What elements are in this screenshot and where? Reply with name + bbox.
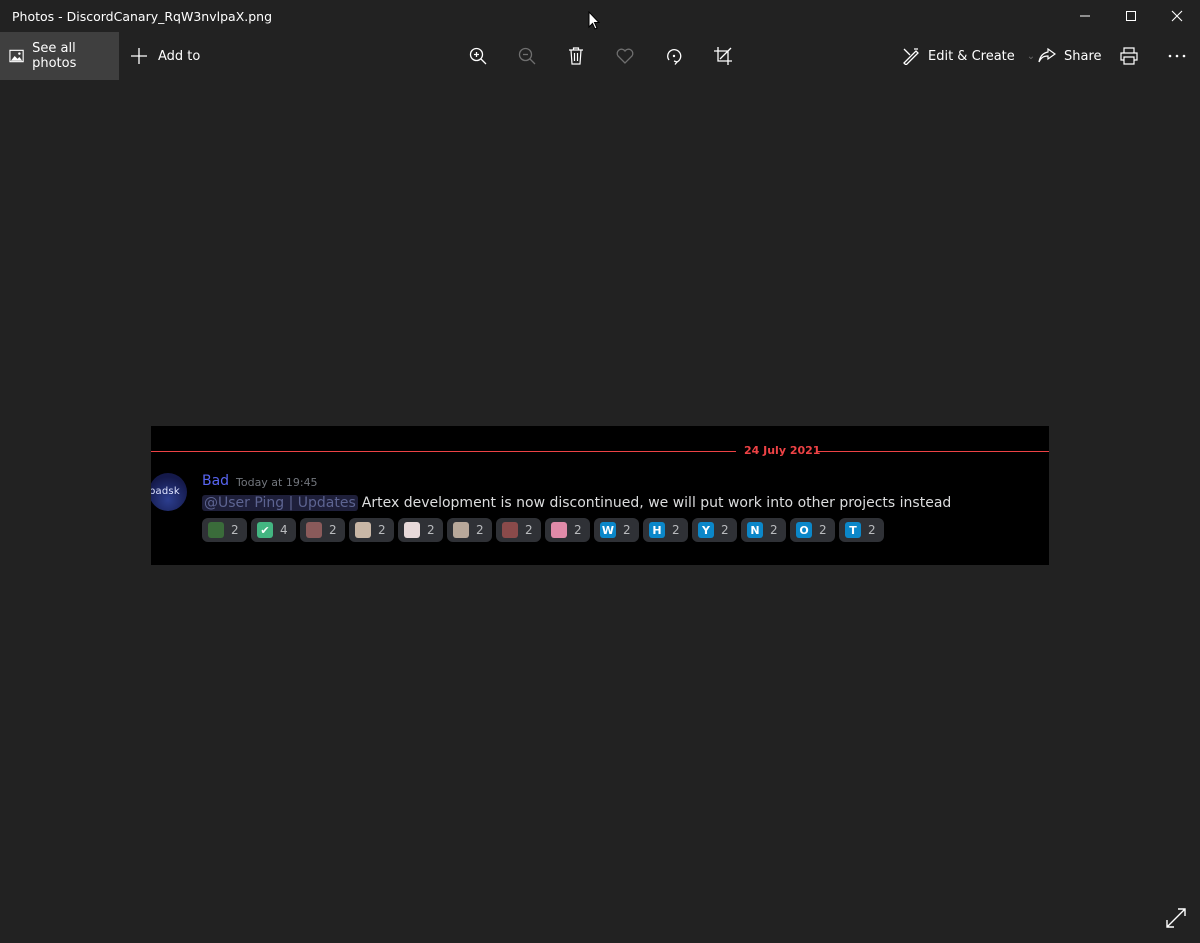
delete-icon <box>569 47 583 65</box>
reaction-count: 2 <box>378 523 386 537</box>
title-bar: Photos - DiscordCanary_RqW3nvlpaX.png <box>0 0 1200 32</box>
reaction-count: 2 <box>868 523 876 537</box>
reaction-button[interactable]: 2 <box>349 518 394 542</box>
add-to-button[interactable]: Add to <box>129 32 200 80</box>
reaction-emoji-icon <box>551 522 567 538</box>
crop-button[interactable] <box>703 32 743 80</box>
reaction-emoji-icon: T <box>845 522 861 538</box>
print-icon <box>1120 47 1138 65</box>
see-all-photos-button[interactable]: See all photos <box>0 32 119 80</box>
plus-icon <box>131 48 147 64</box>
date-divider: 24 July 2021 <box>744 444 821 457</box>
reaction-emoji-icon: N <box>747 522 763 538</box>
displayed-image: 24 July 2021 badsk Bad Today at 19:45 @U… <box>151 426 1049 565</box>
reaction-emoji-icon <box>502 522 518 538</box>
expand-icon <box>1166 908 1186 928</box>
zoom-in-icon <box>469 47 487 65</box>
reaction-button[interactable]: 2 <box>545 518 590 542</box>
reaction-count: 2 <box>770 523 778 537</box>
avatar: badsk <box>151 473 187 511</box>
minimize-button[interactable] <box>1062 0 1108 32</box>
print-button[interactable] <box>1109 32 1149 80</box>
edit-create-icon <box>903 48 919 65</box>
reaction-count: 2 <box>672 523 680 537</box>
reaction-count: 2 <box>329 523 337 537</box>
more-options-button[interactable] <box>1157 32 1197 80</box>
reaction-emoji-icon: ✔ <box>257 522 273 538</box>
reaction-emoji-icon: H <box>649 522 665 538</box>
reaction-count: 2 <box>623 523 631 537</box>
reaction-count: 2 <box>427 523 435 537</box>
reaction-button[interactable]: 2 <box>447 518 492 542</box>
message-text: Artex development is now discontinued, w… <box>361 495 952 511</box>
delete-button[interactable] <box>556 32 596 80</box>
avatar-text: badsk <box>151 486 180 497</box>
reaction-button[interactable]: 2 <box>300 518 345 542</box>
date-divider-line-right <box>816 451 1049 452</box>
reaction-count: 2 <box>819 523 827 537</box>
reaction-emoji-icon: Y <box>698 522 714 538</box>
reaction-button[interactable]: T2 <box>839 518 884 542</box>
chevron-down-icon: ⌄ <box>1026 50 1036 62</box>
reaction-emoji-icon <box>404 522 420 538</box>
reaction-button[interactable]: 2 <box>496 518 541 542</box>
zoom-out-icon <box>518 47 536 65</box>
share-label: Share <box>1064 48 1102 64</box>
reaction-button[interactable]: W2 <box>594 518 639 542</box>
reaction-count: 2 <box>525 523 533 537</box>
reaction-button[interactable]: 2 <box>202 518 247 542</box>
crop-icon <box>714 47 732 65</box>
edit-create-label: Edit & Create <box>928 48 1015 64</box>
reaction-count: 2 <box>231 523 239 537</box>
rotate-button[interactable] <box>654 32 694 80</box>
window-title: Photos - DiscordCanary_RqW3nvlpaX.png <box>12 9 273 24</box>
fullscreen-button[interactable] <box>1165 907 1189 931</box>
toolbar: See all photos Add to Edit & Create ⌄ Sh… <box>0 32 1200 80</box>
maximize-button[interactable] <box>1108 0 1154 32</box>
close-icon <box>1171 10 1183 22</box>
role-mention: @User Ping | Updates <box>202 495 358 511</box>
reaction-emoji-icon: O <box>796 522 812 538</box>
reaction-count: 4 <box>280 523 288 537</box>
edit-create-button[interactable]: Edit & Create ⌄ <box>902 32 1035 80</box>
maximize-icon <box>1126 11 1136 21</box>
message-content: @User Ping | Updates Artex development is… <box>202 495 951 511</box>
zoom-out-button[interactable] <box>507 32 547 80</box>
reaction-emoji-icon <box>453 522 469 538</box>
add-to-label: Add to <box>158 48 201 64</box>
share-icon <box>1038 48 1056 63</box>
date-divider-line-left <box>151 451 736 452</box>
favorite-icon <box>616 48 634 64</box>
photos-icon <box>9 49 24 63</box>
minimize-icon <box>1080 15 1090 17</box>
reaction-count: 2 <box>574 523 582 537</box>
reaction-emoji-icon <box>306 522 322 538</box>
share-button[interactable]: Share <box>1038 32 1102 80</box>
reaction-bar: 2 ✔ 4 2 2 2 2 2 2 W 2 H 2 Y 2 N 2 O 2 T 2 <box>202 518 884 542</box>
reaction-emoji-icon <box>355 522 371 538</box>
reaction-button[interactable]: O2 <box>790 518 835 542</box>
reaction-emoji-icon <box>208 522 224 538</box>
reaction-button[interactable]: Y2 <box>692 518 737 542</box>
message-timestamp: Today at 19:45 <box>236 476 318 489</box>
mouse-cursor-icon <box>588 11 600 30</box>
username: Bad <box>202 473 230 489</box>
reaction-emoji-icon: W <box>600 522 616 538</box>
reaction-button[interactable]: H2 <box>643 518 688 542</box>
close-button[interactable] <box>1154 0 1200 32</box>
see-all-photos-label: See all photos <box>32 41 77 71</box>
more-icon <box>1168 54 1186 58</box>
rotate-icon <box>667 48 682 65</box>
reaction-button[interactable]: N2 <box>741 518 786 542</box>
favorite-button[interactable] <box>605 32 645 80</box>
zoom-in-button[interactable] <box>458 32 498 80</box>
reaction-button[interactable]: ✔ 4 <box>251 518 296 542</box>
reaction-count: 2 <box>476 523 484 537</box>
reaction-count: 2 <box>721 523 729 537</box>
reaction-button[interactable]: 2 <box>398 518 443 542</box>
